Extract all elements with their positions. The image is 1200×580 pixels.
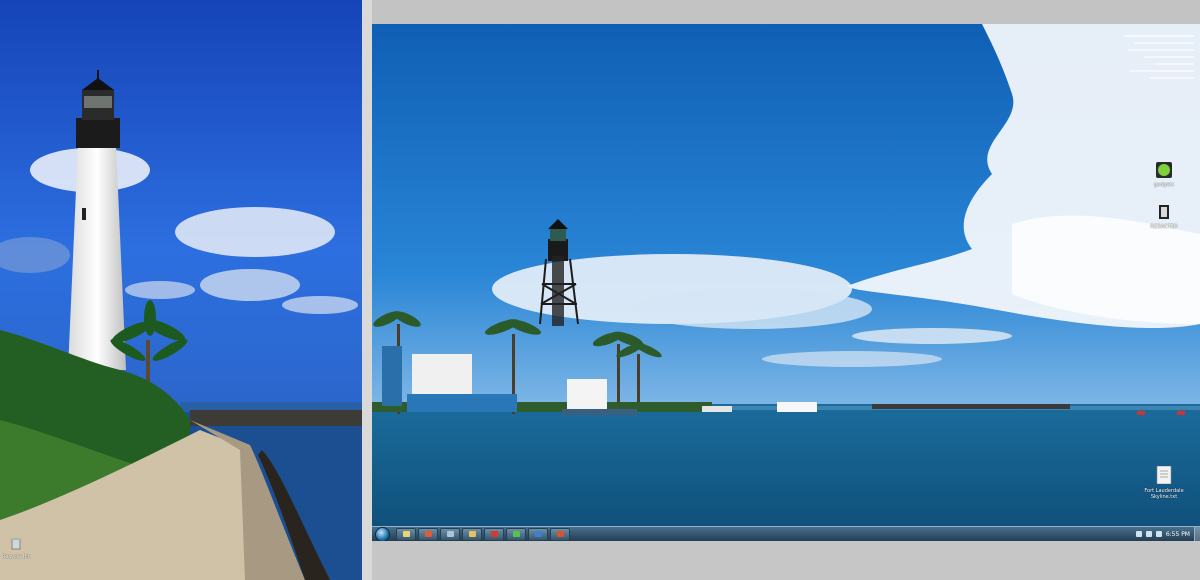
right-monitor: gadgets REDACTED Fort Lauderdale Skyline…	[372, 24, 1200, 541]
network-icon[interactable]	[1145, 531, 1152, 537]
taskbar-button-app-blue[interactable]	[528, 527, 548, 541]
taskbar-button-chrome[interactable]	[418, 527, 438, 541]
system-tray: 6:55 PM	[1135, 531, 1190, 538]
taskbar-button-explorer[interactable]	[396, 527, 416, 541]
chrome-icon	[424, 531, 432, 537]
taskbar-button-pdf[interactable]	[484, 527, 504, 541]
taskbar-button-explorer-2[interactable]	[440, 527, 460, 541]
desktop-icon-label: Recycle Bin	[2, 554, 31, 560]
tray-arrow-icon[interactable]	[1135, 531, 1142, 537]
desktop-icon-recycle-bin[interactable]: Recycle Bin	[2, 535, 31, 560]
taskbar: 6:55 PM	[372, 526, 1200, 541]
show-desktop-button[interactable]	[1194, 527, 1200, 541]
taskbar-button-folder[interactable]	[462, 527, 482, 541]
volume-icon[interactable]	[1155, 531, 1162, 537]
desktop-icon-label: REDACTED	[1150, 224, 1178, 230]
clock-gadget[interactable]	[1124, 30, 1194, 79]
taskbar-button-app-green[interactable]	[506, 527, 526, 541]
lighthouse-wallpaper-right	[372, 24, 1200, 541]
app-green-icon	[512, 531, 520, 537]
pdf-icon	[490, 531, 498, 537]
taskbar-clock[interactable]: 6:55 PM	[1166, 531, 1190, 538]
app-red-icon	[556, 531, 564, 537]
left-monitor: Recycle Bin	[0, 0, 362, 580]
desktop-icon-text-file[interactable]: Fort Lauderdale Skyline.txt	[1144, 465, 1184, 500]
desktop-icon-label: Fort Lauderdale Skyline.txt	[1144, 488, 1184, 500]
explorer-2-icon	[446, 531, 454, 537]
monitor-divider	[362, 0, 372, 580]
taskbar-buttons	[396, 527, 572, 541]
recycle-bin-icon	[11, 538, 21, 550]
program-icon	[1159, 205, 1169, 219]
taskbar-button-app-red[interactable]	[550, 527, 570, 541]
desktop-icon-gadgets[interactable]: gadgets	[1144, 162, 1184, 188]
lighthouse-wallpaper-left	[0, 0, 362, 580]
desktop-icon-program[interactable]: REDACTED	[1144, 204, 1184, 230]
folder-icon	[468, 531, 476, 537]
gadget-app-icon	[1156, 162, 1172, 178]
explorer-icon	[402, 531, 410, 537]
text-document-icon	[1156, 465, 1172, 485]
start-button[interactable]	[375, 526, 390, 541]
app-blue-icon	[534, 531, 542, 537]
desktop-icon-label: gadgets	[1153, 182, 1175, 188]
monitor-bezel	[372, 541, 1200, 580]
